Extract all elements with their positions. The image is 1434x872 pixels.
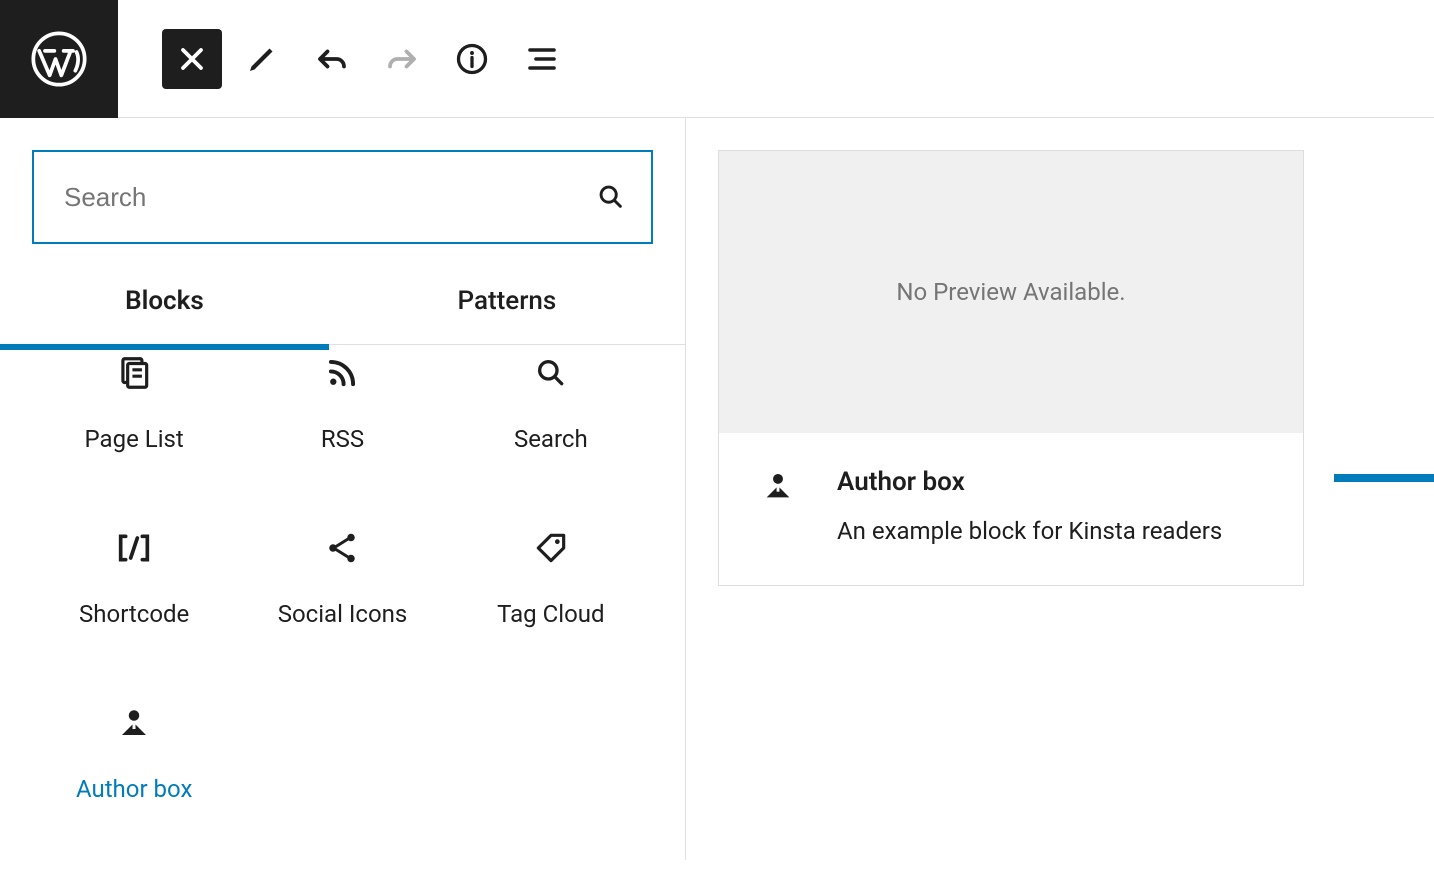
page-list-icon xyxy=(115,353,153,393)
redo-icon xyxy=(384,41,420,77)
search-input[interactable] xyxy=(64,182,621,213)
undo-button[interactable] xyxy=(302,29,362,89)
editor-toolbar xyxy=(0,0,1434,118)
preview-card: No Preview Available. Author box An exam… xyxy=(718,150,1304,586)
close-inserter-button[interactable] xyxy=(162,29,222,89)
edit-button[interactable] xyxy=(232,29,292,89)
list-view-icon xyxy=(524,41,560,77)
close-icon xyxy=(174,41,210,77)
shortcode-icon xyxy=(114,528,154,568)
block-label: Tag Cloud xyxy=(497,600,604,628)
rss-icon xyxy=(323,353,361,393)
block-search[interactable]: Search xyxy=(447,347,655,522)
tab-blocks[interactable]: Blocks xyxy=(0,266,329,345)
block-label: Shortcode xyxy=(79,600,189,628)
block-page-list[interactable]: Page List xyxy=(30,347,238,522)
block-preview-panel: No Preview Available. Author box An exam… xyxy=(686,118,1434,860)
block-shortcode[interactable]: Shortcode xyxy=(30,522,238,697)
block-rss[interactable]: RSS xyxy=(238,347,446,522)
block-label: Page List xyxy=(85,425,184,453)
preview-placeholder: No Preview Available. xyxy=(719,151,1303,433)
tag-icon xyxy=(532,528,570,568)
block-grid: Page List RSS Search Shortcode xyxy=(0,345,685,872)
search-icon xyxy=(597,183,625,211)
block-author-box[interactable]: Author box xyxy=(30,697,238,872)
block-label: Author box xyxy=(76,775,192,803)
block-tag-cloud[interactable]: Tag Cloud xyxy=(447,522,655,697)
tab-patterns[interactable]: Patterns xyxy=(329,266,685,345)
inserter-tabs: Blocks Patterns xyxy=(0,266,685,345)
search-box xyxy=(32,150,653,244)
info-button[interactable] xyxy=(442,29,502,89)
user-icon xyxy=(759,467,797,545)
accent-bar xyxy=(1334,474,1434,482)
block-label: RSS xyxy=(321,425,364,453)
wordpress-logo[interactable] xyxy=(0,0,118,118)
editor-main: Blocks Patterns Page List RSS Search xyxy=(0,118,1434,860)
undo-icon xyxy=(314,41,350,77)
preview-description: An example block for Kinsta readers xyxy=(837,517,1222,545)
preview-info: Author box An example block for Kinsta r… xyxy=(719,433,1303,585)
block-inserter-panel: Blocks Patterns Page List RSS Search xyxy=(0,118,686,860)
user-icon xyxy=(116,703,152,743)
pencil-icon xyxy=(244,41,280,77)
block-label: Search xyxy=(514,425,588,453)
outline-button[interactable] xyxy=(512,29,572,89)
block-label: Social Icons xyxy=(278,600,408,628)
preview-title: Author box xyxy=(837,467,1222,497)
search-icon xyxy=(535,353,567,393)
redo-button[interactable] xyxy=(372,29,432,89)
block-social-icons[interactable]: Social Icons xyxy=(238,522,446,697)
info-icon xyxy=(454,41,490,77)
share-icon xyxy=(324,528,360,568)
